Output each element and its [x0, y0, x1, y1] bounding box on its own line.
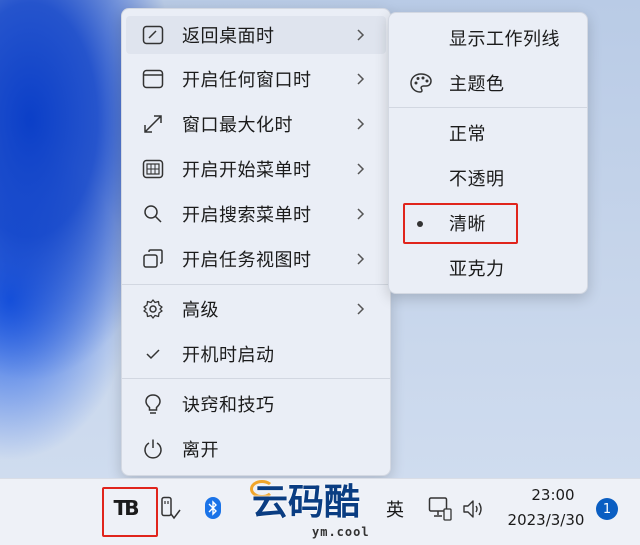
bluetooth-icon[interactable]: [204, 497, 222, 519]
chevron-right-icon: [354, 70, 368, 88]
menu-item-start-on-boot[interactable]: 开机时启动: [126, 335, 386, 373]
clock-date[interactable]: 2023/3/30: [505, 511, 587, 529]
submenu-item-normal[interactable]: 正常: [393, 114, 583, 152]
watermark-text-cn: 云码酷: [252, 482, 361, 523]
clock-time[interactable]: 23:00: [520, 486, 586, 504]
submenu-item-label: 不透明: [449, 169, 505, 190]
menu-item-task-view[interactable]: 开启任务视图时: [126, 240, 386, 278]
menu-item-any-window[interactable]: 开启任何窗口时: [126, 60, 386, 98]
watermark-text-en: ym.cool: [312, 525, 370, 539]
chevron-right-icon: [354, 160, 368, 178]
chevron-right-icon: [354, 300, 368, 318]
submenu-item-label: 亚克力: [449, 259, 505, 280]
menu-separator: [389, 107, 587, 108]
appearance-submenu: 显示工作列线 主题色 正常 不透明 清晰 亚克力: [388, 12, 588, 294]
menu-item-label: 开机时启动: [182, 345, 275, 366]
menu-item-start-menu[interactable]: 开启开始菜单时: [126, 150, 386, 188]
menu-item-label: 开启搜索菜单时: [182, 205, 312, 226]
submenu-item-opaque[interactable]: 不透明: [393, 159, 583, 197]
submenu-item-acrylic[interactable]: 亚克力: [393, 249, 583, 287]
usb-device-icon[interactable]: [160, 496, 182, 522]
menu-item-label: 窗口最大化时: [182, 115, 293, 136]
chevron-right-icon: [354, 205, 368, 223]
menu-item-label: 开启开始菜单时: [182, 160, 312, 181]
menu-item-label: 开启任何窗口时: [182, 70, 312, 91]
chevron-right-icon: [354, 250, 368, 268]
menu-item-advanced[interactable]: 高级: [126, 290, 386, 328]
search-icon: [142, 203, 164, 225]
menu-item-search-menu[interactable]: 开启搜索菜单时: [126, 195, 386, 233]
maximize-icon: [142, 113, 164, 135]
desktop-icon: [142, 24, 164, 46]
menu-item-exit[interactable]: 离开: [126, 430, 386, 468]
submenu-item-label: 正常: [449, 124, 486, 145]
menu-item-label: 开启任务视图时: [182, 250, 312, 271]
submenu-item-show-taskbar-line[interactable]: 显示工作列线: [393, 19, 583, 57]
chevron-right-icon: [354, 115, 368, 133]
chevron-right-icon: [354, 26, 368, 44]
task-view-icon: [142, 248, 164, 270]
window-icon: [142, 68, 164, 90]
menu-item-maximized[interactable]: 窗口最大化时: [126, 105, 386, 143]
menu-item-tips[interactable]: 诀窍和技巧: [126, 385, 386, 423]
gear-icon: [142, 298, 164, 320]
submenu-item-theme-color[interactable]: 主题色: [393, 64, 583, 102]
submenu-item-label: 显示工作列线: [449, 29, 560, 50]
start-menu-icon: [142, 158, 164, 180]
menu-item-label: 高级: [182, 300, 219, 321]
menu-item-label: 返回桌面时: [182, 26, 275, 47]
menu-item-label: 离开: [182, 440, 219, 461]
submenu-item-label: 主题色: [449, 74, 505, 95]
highlight-box-clear-option: [403, 203, 518, 244]
ime-language-indicator[interactable]: 英: [386, 496, 404, 522]
translucenttb-context-menu: 返回桌面时 开启任何窗口时 窗口最大化时 开启开始菜单时 开启搜索菜单时 开启任: [121, 8, 391, 476]
power-icon: [142, 438, 164, 460]
translucenttb-tray-icon[interactable]: TB: [112, 495, 140, 521]
lightbulb-icon: [142, 393, 164, 415]
menu-item-label: 诀窍和技巧: [182, 395, 275, 416]
menu-item-desktop[interactable]: 返回桌面时: [126, 16, 386, 54]
notification-badge[interactable]: 1: [596, 498, 618, 520]
network-icon[interactable]: [428, 496, 452, 522]
checkmark-icon: [142, 343, 164, 365]
menu-separator: [122, 378, 390, 379]
volume-icon[interactable]: [462, 498, 488, 520]
menu-separator: [122, 284, 390, 285]
palette-icon: [409, 72, 433, 94]
